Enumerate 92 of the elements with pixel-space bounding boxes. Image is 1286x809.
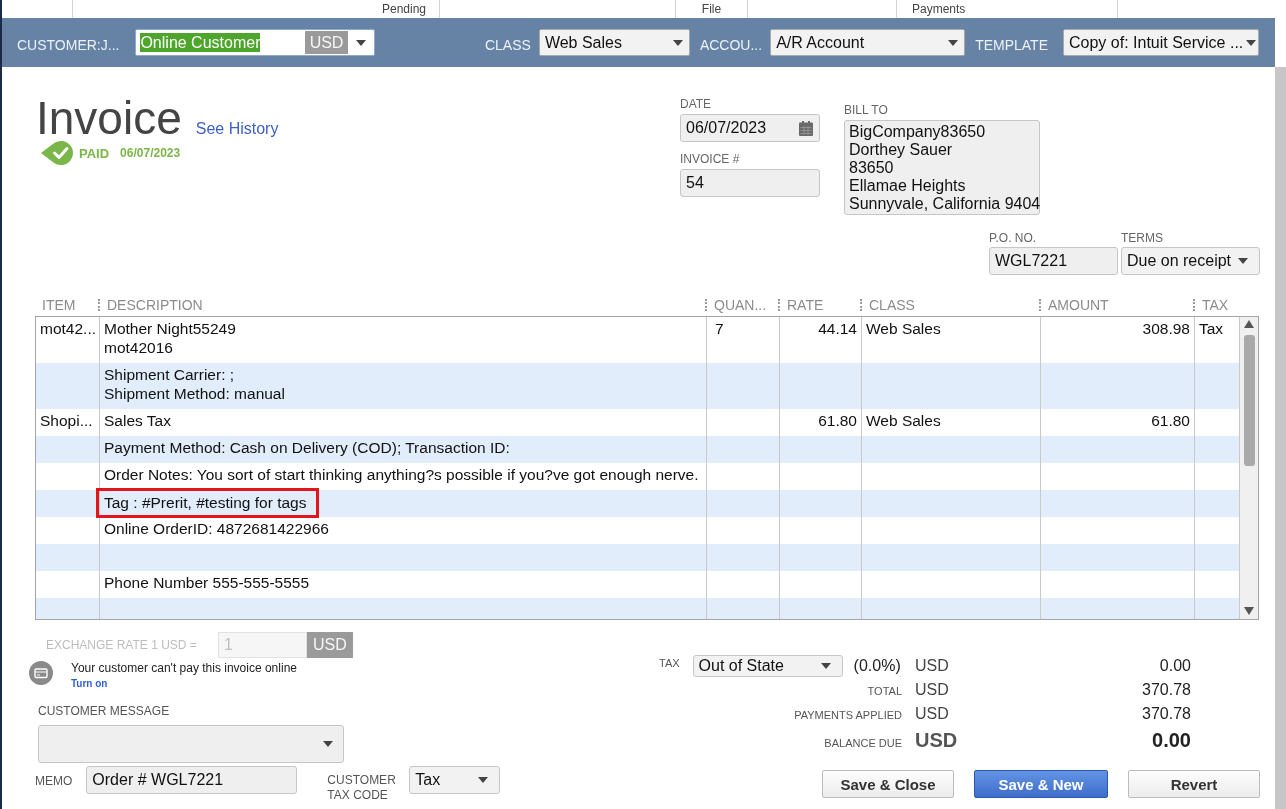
field-label: TAX [659,657,680,669]
dropdown-field[interactable]: Web Sales [538,29,690,56]
caret-icon[interactable] [948,39,959,46]
toolbar-label[interactable]: File [701,2,722,18]
field-label: ACCOU... [699,36,763,53]
action-button[interactable]: Revert [1128,770,1260,798]
scrollbar[interactable] [1240,317,1258,619]
description-text: Shipment Carrier: ; [104,365,235,384]
class-text: Web Sales [866,412,941,429]
dropdown-field[interactable]: A/R Account [770,29,966,56]
amount-text: 0.00 [1159,656,1191,676]
description-text: Tag : #Prerit, #testing for tags [104,493,307,512]
total-label: TOTAL [867,685,902,697]
field-label: BILL TO [844,103,888,117]
online-payment-message: Your customer can't pay this invoice online [71,660,297,676]
item-text: Shopi... [40,412,93,429]
bill-to-field[interactable]: BigCompany83650 Dorthey Sauer 83650 Ellamae Heights Sunnyvale, California 9404 [844,120,1040,215]
class-text: Web Sales [866,320,941,337]
action-button[interactable]: Save & New [974,770,1108,798]
field-label: TERMS [1121,231,1163,245]
amount-text: 370.78 [1142,680,1191,700]
terms-dropdown[interactable]: Due on receipt [1121,247,1260,275]
description-text: Online OrderID: 4872681422966 [104,519,329,538]
table-row[interactable]: Payment Method: Cash on Delivery (COD); Transaction ID: [36,436,1240,463]
invoice-title: Invoice [36,95,182,141]
total-label: BALANCE DUE [824,737,902,749]
customer-tax-code-dropdown[interactable]: Tax [409,766,501,794]
table-row[interactable]: Tag : #Prerit, #testing for tags [36,490,1240,517]
field-label: CLASS [484,36,531,53]
column-header[interactable]: QUAN... [714,297,767,313]
field-label: MEMO [35,774,73,788]
action-button[interactable]: Save & Close [822,770,954,798]
amount-text: 308.98 [1142,320,1190,337]
field-label: INVOICE # [680,152,740,166]
column-header[interactable]: CLASS [869,297,915,313]
invoice-number-field[interactable]: 54 [680,169,820,197]
amount-text: 370.78 [1142,704,1191,724]
table-row[interactable]: Shipment Carrier: ; Shipment Method: manual [36,363,1240,409]
total-label: PAYMENTS APPLIED [794,709,902,721]
dropdown-field[interactable]: Copy of: Intuit Service ... [1063,29,1259,56]
memo-field[interactable]: Order # WGL7221 [86,766,298,794]
field-label: CUSTOMER MESSAGE [38,704,170,719]
field-label: TEMPLATE [975,36,1048,53]
caret-icon[interactable] [356,39,367,46]
currency-text: USD [915,680,949,700]
description-text: Phone Number 555-555-5555 [104,573,310,592]
item-text: mot42... [40,320,96,337]
caret-icon[interactable] [820,663,831,669]
credit-card-icon [29,661,53,685]
description-text: Sales Tax [104,411,171,430]
scroll-thumb[interactable] [1243,335,1255,466]
toolbar-label[interactable]: Pending [381,2,426,18]
tax-rate-text: (0.0%) [853,656,901,676]
currency-text: USD [915,728,958,753]
toolbar-label[interactable]: Payments [912,2,966,18]
scroll-down-icon[interactable] [1244,607,1254,615]
tax-code-text: Tax [1199,320,1224,337]
status-label: PAID [79,145,110,161]
caret-icon[interactable] [323,741,333,747]
field-label: CUSTOMER TAX CODE [327,773,397,803]
rate-text: 44.14 [818,320,857,337]
column-header[interactable]: TAX [1202,297,1229,313]
field-label: DATE [680,97,712,111]
po-number-field[interactable]: WGL7221 [989,247,1118,275]
description-text: Shipment Method: manual [104,384,285,403]
date-field[interactable]: 06/07/2023 [680,114,820,142]
see-history-link[interactable]: See History [195,120,279,138]
sales-tax-item-dropdown[interactable]: Out of State [692,655,843,677]
description-text: Mother Night55249 [104,319,236,338]
calendar-icon[interactable] [799,120,813,136]
rate-text: 61.80 [818,412,857,429]
field-label: CUSTOMER:J... [17,36,120,53]
caret-icon[interactable] [672,39,683,46]
caret-icon[interactable] [1246,39,1257,46]
turn-on-link[interactable]: Turn on [71,678,108,690]
scroll-up-icon[interactable] [1244,320,1254,328]
exchange-rate-label: EXCHANGE RATE 1 USD = [46,638,198,652]
check-badge-icon [41,141,73,165]
amount-text: 0.00 [1152,728,1191,753]
currency-tag: USD [307,632,353,658]
description-text: mot42016 [104,338,173,357]
caret-icon[interactable] [478,777,489,783]
amount-text: 61.80 [1151,412,1190,429]
currency-text: USD [915,704,949,724]
description-text: Payment Method: Cash on Delivery (COD); Transaction ID: [104,438,510,457]
description-text: Order Notes: You sort of start thinking anything?s possible if you?ve got enough nerve. [104,465,699,484]
field-label: P.O. NO. [989,231,1037,245]
status-date: 06/07/2023 [120,146,181,160]
quantity-text: 7 [715,320,724,337]
currency-tag: USD [304,31,349,54]
caret-icon[interactable] [1238,258,1248,264]
currency-text: USD [915,656,949,676]
